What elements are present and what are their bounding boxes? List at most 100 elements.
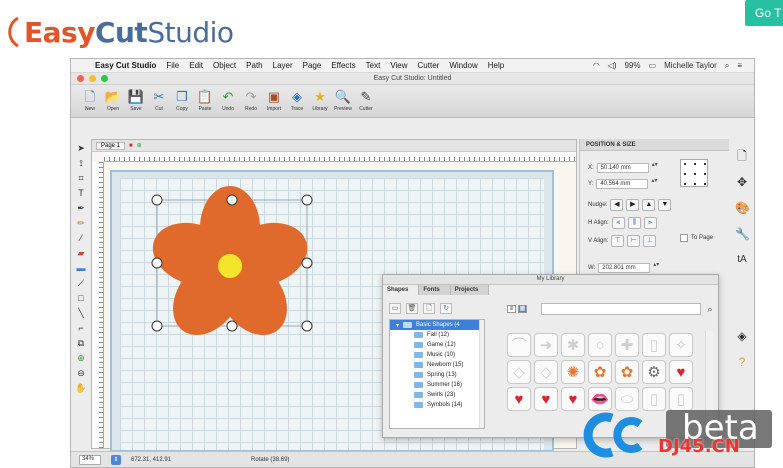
x-input[interactable]: 50.140 mm <box>596 163 649 173</box>
zoom-out-tool-icon[interactable]: ⊖ <box>75 368 87 379</box>
folder-item[interactable]: Swirls (23) <box>390 390 484 400</box>
volume-icon[interactable]: ◁) <box>608 61 617 71</box>
flower-shape[interactable] <box>142 180 327 350</box>
menu-window[interactable]: Window <box>449 61 477 70</box>
menu-file[interactable]: File <box>166 61 179 70</box>
toolbar-cutter-button[interactable]: ✎ Cutter <box>355 85 377 112</box>
toolbar-library-button[interactable]: ★ Library <box>309 85 331 112</box>
toolbar-preview-button[interactable]: 🔍 Preview <box>332 85 354 112</box>
toolbar-undo-button[interactable]: ↶ Undo <box>217 85 239 112</box>
toolbar-copy-button[interactable]: ❐ Copy <box>171 85 193 112</box>
toolbar-trace-button[interactable]: ◈ Trace <box>286 85 308 112</box>
knife-tool-icon[interactable]: ⟋ <box>75 278 87 289</box>
delete-trash-icon[interactable]: 🗑 <box>406 303 418 314</box>
w-input[interactable]: 202.801 mm <box>598 263 651 273</box>
zoom-in-tool-icon[interactable]: ⊕ <box>75 353 87 364</box>
disclosure-triangle-icon[interactable]: ▾ <box>396 322 399 329</box>
wrench-icon[interactable]: 🔧 <box>735 227 750 241</box>
nudge-left-button[interactable]: ◀ <box>610 199 624 211</box>
shape-thumbnail[interactable]: ◇ <box>534 360 558 384</box>
selection-handle[interactable] <box>151 194 163 206</box>
folder-item[interactable]: Music (10) <box>390 350 484 360</box>
tab-fonts[interactable]: Fonts <box>419 285 451 295</box>
list-icon[interactable]: ≡ <box>737 61 742 71</box>
menu-path[interactable]: Path <box>246 61 262 70</box>
shape-thumbnail[interactable]: ✚ <box>615 333 639 357</box>
user-name[interactable]: Michelle Taylor <box>664 61 717 71</box>
shape-thumbnail[interactable]: ♥ <box>669 360 693 384</box>
new-folder-icon[interactable]: ▭ <box>389 303 401 314</box>
eraser-tool-icon[interactable]: ▰ <box>75 248 87 259</box>
import-file-icon[interactable]: 🗋 <box>423 303 435 314</box>
layers-icon[interactable]: ◈ <box>735 329 749 343</box>
folder-item[interactable]: Game (12) <box>390 340 484 350</box>
toolbar-new-button[interactable]: 🗋 New <box>79 85 101 112</box>
folder-item[interactable]: ▾ Basic Shapes (4 <box>390 320 484 330</box>
wifi-icon[interactable]: ◠ <box>593 61 600 71</box>
line-tool-icon[interactable]: ╲ <box>75 308 87 319</box>
x-stepper[interactable]: ▴▾ <box>652 162 658 173</box>
menu-view[interactable]: View <box>390 61 407 70</box>
nudge-down-button[interactable]: ▼ <box>658 199 672 211</box>
align-right-icon[interactable]: ⫸ <box>643 217 657 229</box>
bezier-tool-icon[interactable]: ⌐ <box>75 323 87 334</box>
shape-thumbnail[interactable]: ○ <box>588 333 612 357</box>
align-bottom-icon[interactable]: ⊥ <box>643 235 657 247</box>
y-stepper[interactable]: ▴▾ <box>651 178 657 189</box>
text-size-icon[interactable]: tA <box>735 253 749 267</box>
node-edit-icon[interactable]: ⟟ <box>75 158 87 169</box>
grid-view-icon[interactable]: ▦ <box>518 305 527 313</box>
tab-projects[interactable]: Projects <box>450 285 490 295</box>
rectangle-tool-icon[interactable]: ▬ <box>75 263 87 274</box>
move-arrows-icon[interactable]: ✥ <box>735 175 749 189</box>
shape-thumbnail[interactable]: ✧ <box>669 333 693 357</box>
zoom-stepper-icon[interactable]: ⇕ <box>111 454 121 465</box>
palette-icon[interactable]: 🎨 <box>735 201 750 215</box>
toolbar-redo-button[interactable]: ↷ Redo <box>240 85 262 112</box>
menu-page[interactable]: Page <box>303 61 322 70</box>
refresh-icon[interactable]: ↻ <box>440 303 452 314</box>
w-stepper[interactable]: ▴▾ <box>653 262 659 273</box>
shape-thumbnail[interactable]: ➜ <box>534 333 558 357</box>
menu-edit[interactable]: Edit <box>189 61 203 70</box>
hand-tool-icon[interactable]: ✋ <box>75 383 87 394</box>
select-arrow-icon[interactable]: ➤ <box>75 143 87 154</box>
toolbar-import-button[interactable]: ▣ Import <box>263 85 285 112</box>
shape-thumbnail[interactable]: ✱ <box>561 333 585 357</box>
spotlight-icon[interactable]: ⌕ <box>725 61 729 71</box>
y-input[interactable]: 40.564 mm <box>596 179 649 189</box>
selection-handle[interactable] <box>301 257 313 269</box>
search-icon[interactable]: ⌕ <box>703 302 717 316</box>
selection-handle[interactable] <box>301 320 313 332</box>
toolbar-paste-button[interactable]: 📋 Paste <box>194 85 216 112</box>
zoom-field[interactable]: 34% <box>79 454 101 465</box>
selection-handle[interactable] <box>151 320 163 332</box>
folder-item[interactable]: Summer (16) <box>390 380 484 390</box>
toolbar-save-button[interactable]: 💾 Save <box>125 85 147 112</box>
nudge-right-button[interactable]: ▶ <box>626 199 640 211</box>
selection-handle[interactable] <box>226 320 238 332</box>
align-middle-v-icon[interactable]: ⊢ <box>627 235 641 247</box>
shape-thumbnail[interactable]: ✺ <box>561 360 585 384</box>
pen-tool-icon[interactable]: ✒ <box>75 203 87 214</box>
anchor-point-selector[interactable] <box>680 159 708 187</box>
add-page-icon[interactable]: ⊕ <box>137 142 142 149</box>
to-page-checkbox[interactable] <box>680 234 688 242</box>
shape-thumbnail[interactable]: ♥ <box>507 387 531 411</box>
align-center-h-icon[interactable]: ⫼ <box>627 217 641 229</box>
toolbar-open-button[interactable]: 📂 Open <box>102 85 124 112</box>
shape-thumbnail[interactable]: ▯ <box>642 333 666 357</box>
shape-thumbnail[interactable]: ✿ <box>588 360 612 384</box>
battery-icon[interactable]: ▭ <box>649 61 657 71</box>
shape-tool-icon[interactable]: □ <box>75 293 87 304</box>
shape-thumbnail[interactable]: ⚙ <box>642 360 666 384</box>
menu-app[interactable]: Easy Cut Studio <box>95 61 156 70</box>
folder-item[interactable]: Fall (12) <box>390 330 484 340</box>
folder-item[interactable]: Newborn (15) <box>390 360 484 370</box>
library-search-input[interactable] <box>541 303 701 315</box>
flower-center[interactable] <box>218 254 242 278</box>
selection-handle[interactable] <box>301 194 313 206</box>
menu-layer[interactable]: Layer <box>273 61 293 70</box>
toolbar-cut-button[interactable]: ✂ Cut <box>148 85 170 112</box>
align-top-icon[interactable]: ⊤ <box>611 235 625 247</box>
